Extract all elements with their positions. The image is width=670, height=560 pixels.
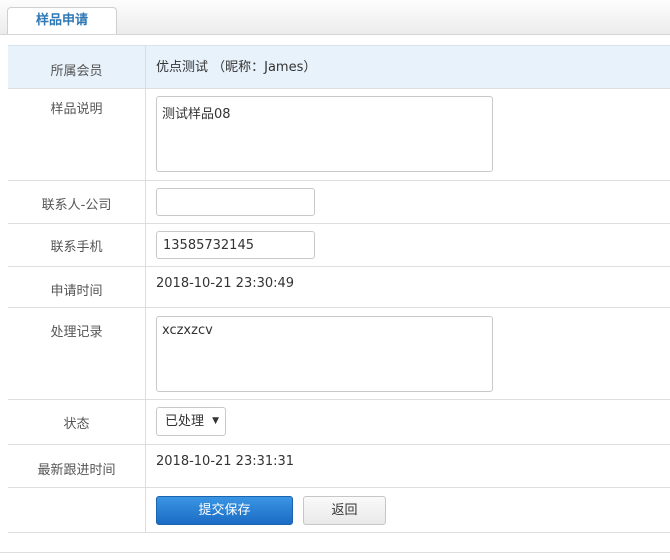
process-record-label: 处理记录 bbox=[50, 325, 103, 340]
row-latest-followup: 最新跟进时间 2018-10-21 23:31:31 bbox=[8, 444, 670, 488]
row-actions: 提交保存 返回 bbox=[8, 487, 670, 533]
contact-company-label: 联系人-公司 bbox=[41, 198, 112, 213]
row-contact-phone: 联系手机 bbox=[8, 223, 670, 267]
row-process-record: 处理记录 xczxzcv bbox=[8, 307, 670, 400]
apply-time-label: 申请时间 bbox=[50, 284, 103, 299]
tab-bar: 样品申请 bbox=[0, 0, 670, 35]
tab-sample-request[interactable]: 样品申请 bbox=[7, 7, 117, 34]
status-label: 状态 bbox=[63, 417, 90, 432]
contact-phone-label: 联系手机 bbox=[50, 240, 103, 255]
bottom-divider bbox=[0, 552, 670, 553]
sample-desc-label: 样品说明 bbox=[50, 102, 103, 117]
row-sample-desc: 样品说明 测试样品08 bbox=[8, 88, 670, 181]
caret-down-icon: ▼ bbox=[212, 416, 219, 426]
contact-company-input[interactable] bbox=[156, 188, 315, 216]
row-apply-time: 申请时间 2018-10-21 23:30:49 bbox=[8, 266, 670, 308]
submit-save-button[interactable]: 提交保存 bbox=[156, 496, 293, 525]
row-contact-company: 联系人-公司 bbox=[8, 180, 670, 224]
row-member: 所属会员 优点测试 （昵称：James） bbox=[8, 45, 670, 89]
back-button[interactable]: 返回 bbox=[303, 496, 386, 525]
action-buttons: 提交保存 返回 bbox=[156, 496, 670, 525]
row-status: 状态 已处理 ▼ bbox=[8, 399, 670, 445]
member-label: 所属会员 bbox=[50, 64, 103, 79]
sample-request-form: 所属会员 优点测试 （昵称：James） 样品说明 测试样品08 联系人-公司 … bbox=[8, 45, 670, 533]
sample-desc-textarea[interactable]: 测试样品08 bbox=[156, 96, 493, 172]
status-selected-value: 已处理 bbox=[165, 414, 205, 429]
member-value: 优点测试 （昵称：James） bbox=[156, 60, 317, 75]
process-record-textarea[interactable]: xczxzcv bbox=[156, 316, 493, 392]
latest-followup-label: 最新跟进时间 bbox=[37, 463, 116, 478]
apply-time-value: 2018-10-21 23:30:49 bbox=[156, 276, 295, 291]
contact-phone-input[interactable] bbox=[156, 231, 315, 259]
latest-followup-value: 2018-10-21 23:31:31 bbox=[156, 454, 295, 469]
status-select[interactable]: 已处理 ▼ bbox=[156, 407, 226, 436]
